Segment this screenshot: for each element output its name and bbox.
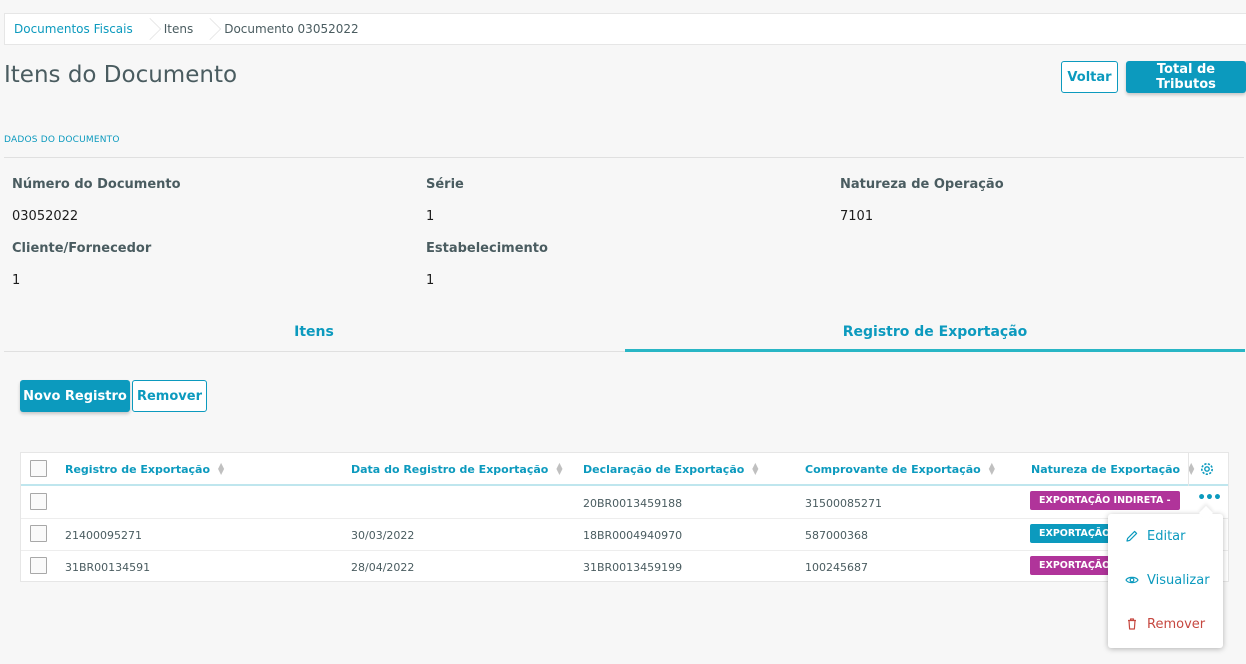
column-header-label: Data do Registro de Exportação: [351, 462, 549, 476]
column-header-comprovante[interactable]: Comprovante de Exportação ▲ ▼: [805, 453, 995, 485]
natureza-operacao-value: 7101: [840, 209, 874, 224]
serie-label: Série: [426, 177, 464, 192]
table-header: Registro de Exportação ▲ ▼ Data do Regist…: [21, 453, 1228, 486]
cell-comprovante: 587000368: [805, 528, 868, 542]
sort-icon: ▲ ▼: [988, 461, 995, 476]
cell-comprovante: 100245687: [805, 560, 868, 574]
cell-declaracao: 18BR0004940970: [583, 528, 683, 542]
cell-data: 30/03/2022: [351, 528, 415, 542]
breadcrumb-label: Documento 03052022: [224, 22, 359, 36]
gear-icon[interactable]: [1199, 461, 1215, 477]
breadcrumb-item-itens[interactable]: Itens: [155, 14, 215, 44]
table-row[interactable]: 21400095271 30/03/2022 18BR0004940970 58…: [21, 519, 1228, 551]
cell-registro: 31BR00134591: [65, 560, 151, 574]
menu-item-remover[interactable]: Remover: [1108, 602, 1223, 646]
tab-registro-exportacao[interactable]: Registro de Exportação: [625, 312, 1245, 352]
cell-registro: 21400095271: [65, 528, 142, 542]
table-row[interactable]: 20BR0013459188 31500085271 EXPORTAÇÃO IN…: [21, 487, 1228, 519]
natureza-operacao-label: Natureza de Operação: [840, 177, 1004, 192]
more-actions-icon[interactable]: •••: [1196, 487, 1222, 509]
column-header-natureza[interactable]: Natureza de Exportação ▲ ▼: [1031, 453, 1194, 485]
menu-item-visualizar[interactable]: Visualizar: [1108, 558, 1223, 602]
numero-documento-label: Número do Documento: [12, 177, 181, 192]
natureza-badge: EXPORTAÇÃO INDIRETA -: [1030, 491, 1180, 510]
novo-registro-button[interactable]: Novo Registro: [20, 380, 130, 412]
column-header-data[interactable]: Data do Registro de Exportação ▲ ▼: [351, 453, 563, 485]
breadcrumb: Documentos Fiscais Itens Documento 03052…: [4, 13, 1246, 45]
column-header-label: Comprovante de Exportação: [805, 462, 981, 476]
menu-item-label: Editar: [1147, 528, 1186, 544]
column-header-label: Registro de Exportação: [65, 462, 211, 476]
sort-icon: ▲ ▼: [556, 461, 563, 476]
natureza-badge: EXPORTAÇÃO: [1030, 556, 1120, 575]
numero-documento-value: 03052022: [12, 209, 79, 224]
cell-comprovante: 31500085271: [805, 496, 882, 510]
remover-button[interactable]: Remover: [132, 380, 207, 412]
breadcrumb-item-documentos-fiscais[interactable]: Documentos Fiscais: [5, 14, 155, 44]
pencil-icon: [1126, 530, 1138, 542]
menu-item-editar[interactable]: Editar: [1108, 514, 1223, 558]
back-button[interactable]: Voltar: [1061, 61, 1118, 93]
column-header-registro[interactable]: Registro de Exportação ▲ ▼: [65, 453, 224, 485]
natureza-badge: EXPORTAÇÃO: [1030, 524, 1120, 543]
tab-itens[interactable]: Itens: [4, 312, 624, 352]
sort-icon: ▲ ▼: [752, 461, 759, 476]
row-checkbox[interactable]: [30, 493, 47, 510]
sort-icon: ▲ ▼: [218, 461, 225, 476]
row-actions-menu: Editar Visualizar Remover: [1108, 514, 1223, 648]
cliente-fornecedor-value: 1: [12, 273, 21, 288]
estabelecimento-value: 1: [426, 273, 435, 288]
export-registry-table: Registro de Exportação ▲ ▼ Data do Regist…: [20, 452, 1229, 582]
serie-value: 1: [426, 209, 435, 224]
estabelecimento-label: Estabelecimento: [426, 241, 548, 256]
trash-icon: [1128, 618, 1136, 630]
page-title: Itens do Documento: [4, 62, 238, 88]
menu-item-label: Visualizar: [1147, 572, 1210, 588]
cell-data: 28/04/2022: [351, 560, 415, 574]
row-checkbox[interactable]: [30, 557, 47, 574]
cell-declaracao: 31BR0013459199: [583, 560, 683, 574]
breadcrumb-separator: [141, 14, 153, 44]
row-checkbox[interactable]: [30, 525, 47, 542]
sort-icon: ▲ ▼: [1188, 461, 1195, 476]
total-tributos-button[interactable]: Total de Tributos: [1126, 61, 1246, 93]
menu-item-label: Remover: [1147, 616, 1206, 632]
tab-active-indicator: [625, 349, 1245, 352]
table-row[interactable]: 31BR00134591 28/04/2022 31BR0013459199 1…: [21, 551, 1228, 583]
column-header-label: Declaração de Exportação: [583, 462, 745, 476]
section-title: DADOS DO DOCUMENTO: [4, 135, 120, 145]
section-divider: [4, 157, 1244, 158]
column-header-label: Natureza de Exportação: [1031, 462, 1181, 476]
breadcrumb-item-documento: Documento 03052022: [215, 14, 380, 44]
select-all-checkbox[interactable]: [30, 460, 47, 477]
column-header-declaracao[interactable]: Declaração de Exportação ▲ ▼: [583, 453, 758, 485]
settings-column-divider: [1188, 453, 1189, 486]
cell-declaracao: 20BR0013459188: [583, 496, 683, 510]
cliente-fornecedor-label: Cliente/Fornecedor: [12, 241, 152, 256]
eye-icon: [1125, 576, 1139, 584]
breadcrumb-label: Itens: [163, 22, 194, 36]
breadcrumb-separator: [201, 14, 213, 44]
breadcrumb-label: Documentos Fiscais: [14, 22, 133, 36]
